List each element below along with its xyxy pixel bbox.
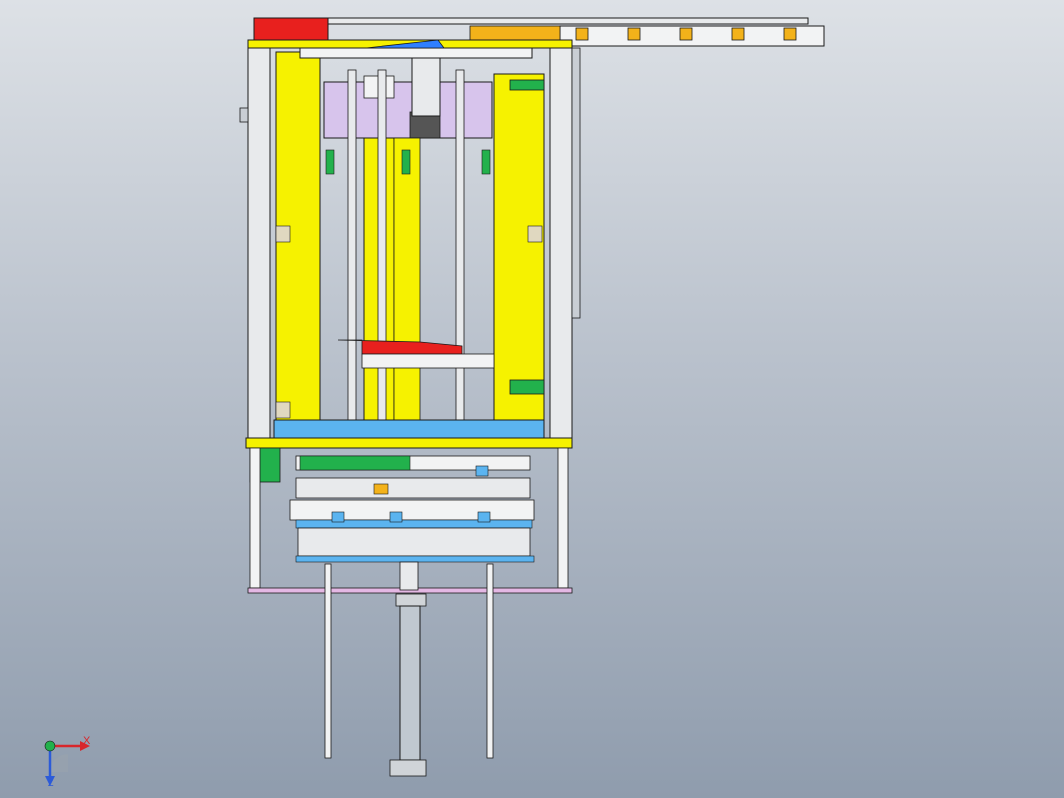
axis-triad: X Z bbox=[40, 732, 100, 788]
right-yellow-panel[interactable] bbox=[493, 73, 545, 421]
red-wedge-part[interactable] bbox=[337, 339, 463, 355]
x-axis-label: X bbox=[83, 735, 91, 747]
bottom-cylinder[interactable] bbox=[389, 561, 427, 777]
left-yellow-panel[interactable] bbox=[275, 51, 321, 421]
y-axis-dot bbox=[44, 740, 56, 752]
cad-viewport[interactable]: X Z bbox=[0, 0, 1064, 798]
blue-base-plate[interactable] bbox=[273, 419, 545, 439]
z-axis-label: Z bbox=[48, 778, 54, 788]
crossbar bbox=[361, 353, 495, 369]
cad-model-assembly[interactable] bbox=[0, 0, 1064, 798]
lower-gear-stack[interactable] bbox=[249, 447, 535, 563]
